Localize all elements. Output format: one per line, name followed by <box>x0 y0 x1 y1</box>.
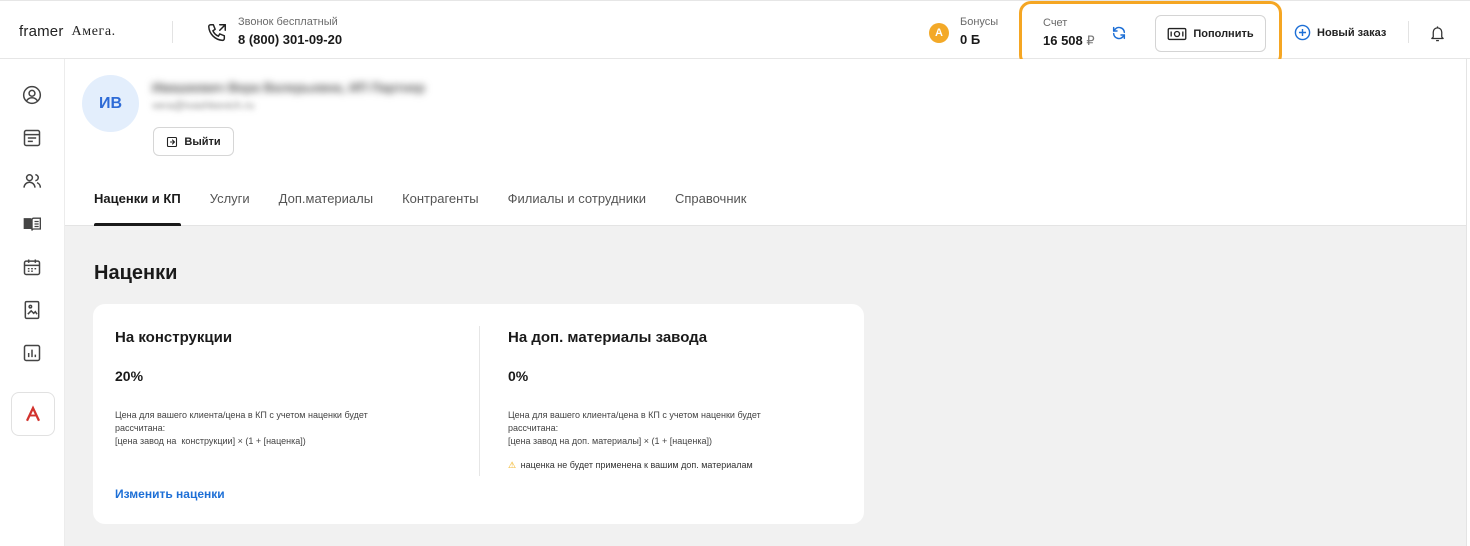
tab-branches[interactable]: Филиалы и сотрудники <box>508 191 646 226</box>
edit-markups-link[interactable]: Изменить наценки <box>115 487 225 501</box>
user-email: vera@ivashkevich.ru <box>152 100 255 112</box>
logout-icon <box>167 136 178 147</box>
desc-line: Цена для вашего клиента/цена в КП с учет… <box>115 410 368 420</box>
markup-materials: На доп. материалы завода 0% Цена для ваш… <box>508 304 848 524</box>
account-highlight-frame <box>1019 1 1282 67</box>
logout-label: Выйти <box>184 135 221 148</box>
sidebar-item-amega[interactable] <box>11 392 55 436</box>
warning-text: наценка не будет применена к вашим доп. … <box>520 460 753 470</box>
users-icon <box>23 174 42 188</box>
markup-constructions-desc: Цена для вашего клиента/цена в КП с учет… <box>115 409 445 448</box>
new-order-label: Новый заказ <box>1317 26 1387 39</box>
page-title: Наценки <box>94 262 178 284</box>
markups-card: На конструкции 20% Цена для вашего клиен… <box>93 304 864 524</box>
markup-materials-value: 0% <box>508 368 529 384</box>
page-right-border <box>1466 59 1467 546</box>
profile-header: ИВ Ивашкевич Вера Валерьевна, ИП Партнер… <box>65 59 1466 226</box>
warning-icon: ⚠ <box>508 460 517 470</box>
tab-services[interactable]: Услуги <box>210 191 250 226</box>
tab-markups[interactable]: Наценки и КП <box>94 191 181 226</box>
desc-line: рассчитана: <box>508 423 559 433</box>
bonus-info: Бонусы 0 Б <box>960 16 998 47</box>
sidebar-item-catalog[interactable] <box>22 214 42 234</box>
new-order-button[interactable]: Новый заказ <box>1294 24 1386 41</box>
header-divider <box>1408 21 1409 43</box>
brand-amega-text: Амега. <box>71 23 116 39</box>
bonus-coin-icon: A <box>929 23 949 43</box>
brand-logo[interactable]: framer Амега. <box>19 23 116 40</box>
book-open-icon <box>23 217 41 231</box>
tab-reference[interactable]: Справочник <box>675 191 747 226</box>
phone-info: Звонок бесплатный 8 (800) 301-09-20 <box>238 16 342 47</box>
chart-icon <box>23 344 41 362</box>
user-name: Ивашкевич Вера Валерьевна, ИП Партнер <box>152 80 425 95</box>
sidebar-item-reports[interactable] <box>22 343 42 363</box>
image-icon <box>24 300 40 320</box>
markup-constructions-title: На конструкции <box>115 329 233 346</box>
amega-logo-icon <box>25 405 41 422</box>
sidebar-item-gallery[interactable] <box>22 300 42 320</box>
sidebar <box>0 59 65 546</box>
calendar-icon <box>23 259 41 276</box>
phone-icon <box>208 24 226 42</box>
avatar: ИВ <box>82 75 139 132</box>
formula-line: [цена завод на доп. материалы] × (1 + [н… <box>508 436 712 446</box>
plus-circle-icon <box>1294 24 1311 41</box>
phone-caption: Звонок бесплатный <box>238 16 338 28</box>
tab-materials[interactable]: Доп.материалы <box>279 191 373 226</box>
desc-line: Цена для вашего клиента/цена в КП с учет… <box>508 410 761 420</box>
markup-constructions-value: 20% <box>115 368 144 384</box>
brand-framer-text: framer <box>19 23 64 40</box>
bonus-caption: Бонусы <box>960 16 999 28</box>
document-icon <box>23 129 41 147</box>
column-divider <box>479 326 480 476</box>
markup-materials-title: На доп. материалы завода <box>508 329 708 346</box>
header-divider <box>172 21 173 43</box>
markup-materials-desc: Цена для вашего клиента/цена в КП с учет… <box>508 409 838 448</box>
settings-tabs: Наценки и КП Услуги Доп.материалы Контра… <box>94 191 775 226</box>
bell-icon[interactable] <box>1429 24 1446 43</box>
bonus-value: 0 Б <box>960 32 981 47</box>
tab-contractors[interactable]: Контрагенты <box>402 191 479 226</box>
desc-line: рассчитана: <box>115 423 166 433</box>
sidebar-item-orders[interactable] <box>22 128 42 148</box>
markup-warning: ⚠ наценка не будет применена к вашим доп… <box>508 460 753 471</box>
main-content: Наценки На конструкции 20% Цена для ваше… <box>65 226 1466 546</box>
sidebar-item-calendar[interactable] <box>22 257 42 277</box>
phone-number[interactable]: 8 (800) 301-09-20 <box>238 32 342 47</box>
sidebar-item-profile[interactable] <box>22 85 42 105</box>
sidebar-item-clients[interactable] <box>22 171 42 191</box>
formula-line: [цена завод на конструкции] × (1 + [наце… <box>115 436 306 446</box>
logout-button[interactable]: Выйти <box>153 127 234 156</box>
user-circle-icon <box>22 85 42 105</box>
